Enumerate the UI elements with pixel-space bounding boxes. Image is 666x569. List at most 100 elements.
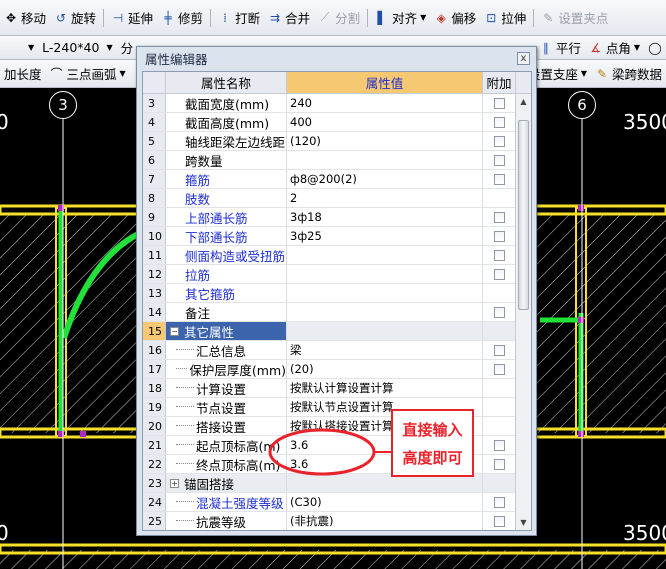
beam-bottom[interactable]	[0, 543, 666, 555]
attach-checkbox[interactable]	[493, 458, 505, 470]
property-name[interactable]: 箍筋	[166, 170, 287, 188]
property-row[interactable]: 3 截面宽度(mm) 240	[143, 94, 515, 113]
partial-menu[interactable]: 分	[117, 36, 138, 59]
split-button[interactable]: ⟋ 分割	[314, 0, 364, 35]
property-value-field[interactable]: (120)	[287, 132, 483, 150]
property-name[interactable]: 拉筋	[166, 265, 287, 283]
three-point-arc-button[interactable]: ⌒ 三点画弧 ▼	[46, 60, 130, 87]
header-property-name[interactable]: 属性名称	[166, 72, 287, 94]
beam-type-select[interactable]: L-240*40 ▼	[38, 36, 116, 59]
property-name[interactable]: 终点顶标高(m)	[166, 455, 287, 473]
property-value-field[interactable]: (20)	[287, 360, 483, 378]
property-row[interactable]: 24 混凝土强度等级 (C30)	[143, 493, 515, 512]
property-value-field[interactable]	[287, 265, 483, 283]
attach-checkbox[interactable]	[493, 211, 505, 223]
property-row[interactable]: 11 侧面构造或受扭筋	[143, 246, 515, 265]
property-name[interactable]: 侧面构造或受扭筋	[166, 246, 287, 264]
property-row[interactable]: 12 拉筋	[143, 265, 515, 284]
property-value-field[interactable]	[287, 151, 483, 169]
property-name[interactable]: 起点顶标高(m)	[166, 436, 287, 454]
attach-checkbox[interactable]	[493, 97, 505, 109]
header-attach[interactable]: 附加	[483, 72, 515, 94]
property-name[interactable]: 备注	[166, 303, 287, 321]
property-row[interactable]: 6 跨数量	[143, 151, 515, 170]
property-name[interactable]: 汇总信息	[166, 341, 287, 359]
property-value-field[interactable]	[287, 246, 483, 264]
property-row[interactable]: 16 汇总信息 梁	[143, 341, 515, 360]
scroll-up-icon[interactable]: ▲	[516, 94, 531, 109]
rotate-button[interactable]: ↺ 旋转	[50, 0, 100, 35]
offset-button[interactable]: ◈ 偏移	[430, 0, 480, 35]
collapse-icon[interactable]: −	[170, 326, 179, 336]
length-button[interactable]: 加长度	[0, 60, 46, 87]
property-name[interactable]: 搭接设置	[166, 417, 287, 435]
align-button[interactable]: ▌ 对齐 ▼	[371, 0, 430, 35]
property-row[interactable]: 18 计算设置 按默认计算设置计算	[143, 379, 515, 398]
property-name[interactable]: 下部通长筋	[166, 227, 287, 245]
property-name[interactable]: 节点设置	[166, 398, 287, 416]
property-row[interactable]: 25 抗震等级 (非抗震)	[143, 512, 515, 530]
property-name[interactable]: 上部通长筋	[166, 208, 287, 226]
property-name[interactable]: 混凝土强度等级	[166, 493, 287, 511]
vertical-scrollbar[interactable]: ▲ ▼	[515, 94, 531, 530]
close-icon[interactable]: x	[517, 52, 530, 65]
property-name[interactable]: 跨数量	[166, 151, 287, 169]
property-row[interactable]: 4 截面高度(mm) 400	[143, 113, 515, 132]
property-value-field[interactable]: (非抗震)	[287, 512, 483, 530]
property-row[interactable]: 17 保护层厚度(mm) (20)	[143, 360, 515, 379]
trim-button[interactable]: ╪ 修剪	[157, 0, 207, 35]
merge-button[interactable]: ⇉ 合并	[264, 0, 314, 35]
attach-checkbox[interactable]	[493, 154, 505, 166]
property-name[interactable]: 抗震等级	[166, 512, 287, 530]
property-value-field[interactable]: 梁	[287, 341, 483, 359]
attach-checkbox[interactable]	[493, 173, 505, 185]
property-name[interactable]: + 锚固搭接	[166, 474, 287, 492]
group-row[interactable]: 15− 其它属性	[143, 322, 515, 341]
attach-checkbox[interactable]	[493, 363, 505, 375]
point-angle-button[interactable]: ∡ 点角 ▼	[585, 36, 644, 59]
extend-button[interactable]: ⊣ 延伸	[107, 0, 157, 35]
attach-checkbox[interactable]	[493, 116, 505, 128]
property-name[interactable]: 肢数	[166, 189, 287, 207]
attach-checkbox[interactable]	[493, 496, 505, 508]
move-button[interactable]: ✥ 移动	[0, 0, 50, 35]
attach-checkbox[interactable]	[493, 135, 505, 147]
property-row[interactable]: 9 上部通长筋 3ф18	[143, 208, 515, 227]
header-property-value[interactable]: 属性值	[287, 72, 483, 94]
property-name[interactable]: − 其它属性	[166, 322, 287, 340]
property-name[interactable]: 其它箍筋	[166, 284, 287, 302]
property-row[interactable]: 13 其它箍筋	[143, 284, 515, 303]
attach-checkbox[interactable]	[493, 249, 505, 261]
grip-point[interactable]	[578, 317, 584, 323]
property-name[interactable]: 轴线距梁左边线距	[166, 132, 287, 150]
beam-span-data-button[interactable]: ✎ 梁跨数据	[591, 60, 666, 87]
property-value-field[interactable]	[287, 322, 483, 340]
parallel-button[interactable]: ∥ 平行	[535, 36, 585, 59]
property-name[interactable]: 保护层厚度(mm)	[166, 360, 287, 378]
break-button[interactable]: ⁞ 打断	[214, 0, 264, 35]
property-value-field[interactable]: 3ф25	[287, 227, 483, 245]
attach-checkbox[interactable]	[493, 344, 505, 356]
property-name[interactable]: 截面宽度(mm)	[166, 94, 287, 112]
attach-checkbox[interactable]	[493, 306, 505, 318]
property-value-field[interactable]: 按默认计算设置计算	[287, 379, 483, 397]
attach-checkbox[interactable]	[493, 439, 505, 451]
scrollbar-thumb[interactable]	[518, 120, 529, 310]
attach-checkbox[interactable]	[493, 230, 505, 242]
property-row[interactable]: 8 肢数 2	[143, 189, 515, 208]
grip-point[interactable]	[578, 431, 584, 437]
stretch-button[interactable]: ⊡ 拉伸	[480, 0, 530, 35]
attach-checkbox[interactable]	[493, 515, 505, 527]
property-value-field[interactable]: 3ф18	[287, 208, 483, 226]
expand-icon[interactable]: +	[170, 478, 179, 488]
property-name[interactable]: 计算设置	[166, 379, 287, 397]
property-row[interactable]: 7 箍筋 ф8@200(2)	[143, 170, 515, 189]
property-value-field[interactable]: ф8@200(2)	[287, 170, 483, 188]
property-value-field[interactable]: (C30)	[287, 493, 483, 511]
more-button[interactable]: ◯	[644, 36, 666, 59]
property-row[interactable]: 5 轴线距梁左边线距 (120)	[143, 132, 515, 151]
property-value-field[interactable]: 400	[287, 113, 483, 131]
property-value-field[interactable]: 2	[287, 189, 483, 207]
grip-point[interactable]	[80, 431, 86, 437]
property-value-field[interactable]: 240	[287, 94, 483, 112]
